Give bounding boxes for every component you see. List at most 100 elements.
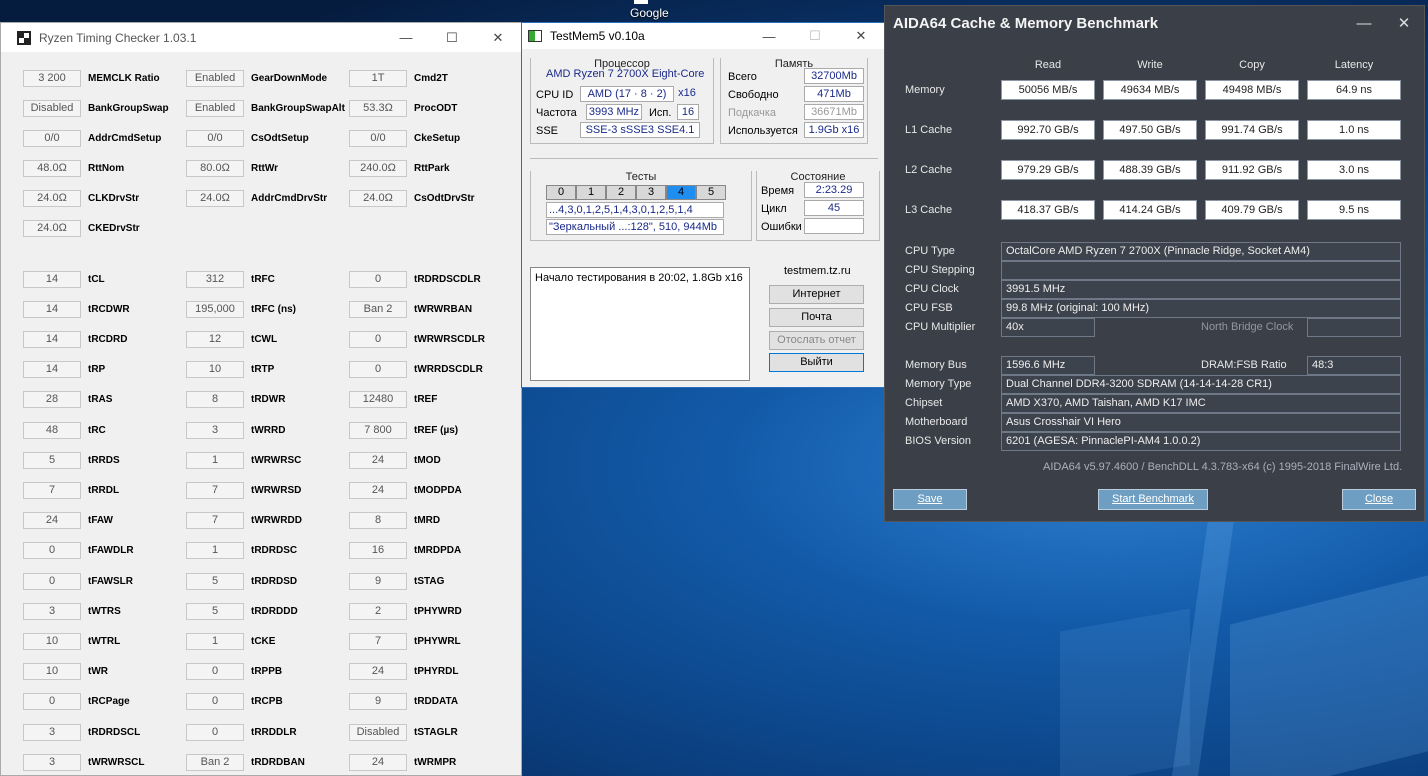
- rtc-titlebar[interactable]: Ryzen Timing Checker 1.03.1 — ☐ ✕: [1, 23, 521, 52]
- bench-l1-cache-write: 497.50 GB/s: [1103, 120, 1197, 140]
- timing-label-procodt: ProcODT: [414, 102, 458, 114]
- timing-value-trc: 48: [23, 421, 81, 439]
- bios-field: 6201 (AGESA: PinnaclePI-AM4 1.0.0.2): [1001, 432, 1401, 451]
- timing-label-trdrdsc: tRDRDSC: [251, 545, 298, 557]
- timing-label-trcdwr: tRCDWR: [88, 303, 130, 315]
- timing-cell: 3 tWTRS: [23, 602, 121, 620]
- sse-label: SSE: [536, 125, 559, 137]
- google-shortcut-icon[interactable]: [634, 0, 648, 4]
- timing-cell: 24 tMOD: [349, 451, 441, 469]
- timing-value-tmrdpda: 16: [349, 542, 407, 560]
- cpu-name: AMD Ryzen 7 2700X Eight-Core: [546, 68, 705, 80]
- free-value: 471Mb: [804, 86, 864, 102]
- timing-cell: Enabled BankGroupSwapAlt: [186, 99, 345, 117]
- motherboard-field: Asus Crosshair VI Hero: [1001, 413, 1401, 432]
- exit-button[interactable]: Выйти: [769, 353, 864, 372]
- testmem-app-icon: [528, 30, 542, 42]
- mail-button[interactable]: Почта: [769, 308, 864, 327]
- timing-value-twrwrscl: 3: [23, 753, 81, 771]
- testmem-window: TestMem5 v0.10a — ☐ ✕ Процессор AMD Ryze…: [521, 22, 885, 388]
- timing-label-tref: tREF: [414, 394, 438, 406]
- in-use-value: 1.9Gb x16: [804, 122, 864, 138]
- save-button[interactable]: Save: [893, 489, 967, 510]
- timing-value-twtrl: 10: [23, 632, 81, 650]
- timing-cell: 24.0Ω AddrCmdDrvStr: [186, 189, 327, 207]
- timing-label-tref-s: tREF (µs): [414, 424, 459, 436]
- bench-l1-cache-latency: 1.0 ns: [1307, 120, 1401, 140]
- memory-bus-field: 1596.6 MHz: [1001, 356, 1095, 375]
- timing-label-trc: tRC: [88, 424, 106, 436]
- site-link[interactable]: testmem.tz.ru: [784, 265, 851, 277]
- timing-value-tstag: 9: [349, 572, 407, 590]
- errors-label: Ошибки: [761, 221, 802, 233]
- dram-ratio-label: DRAM:FSB Ratio: [1201, 359, 1287, 371]
- timing-cell: 9 tRDDATA: [349, 693, 458, 711]
- timing-cell: 312 tRFC: [186, 270, 275, 288]
- timing-cell: 0/0 AddrCmdSetup: [23, 129, 161, 147]
- timing-label-trrds: tRRDS: [88, 454, 120, 466]
- start-benchmark-button[interactable]: Start Benchmark: [1098, 489, 1208, 510]
- close-icon[interactable]: ✕: [838, 22, 884, 51]
- column-header-write: Write: [1137, 59, 1163, 71]
- timing-label-tstaglr: tSTAGLR: [414, 726, 458, 738]
- timing-value-addrcmdsetup: 0/0: [23, 129, 81, 147]
- timing-cell: 1 tRDRDSC: [186, 542, 297, 560]
- timing-cell: 80.0Ω RttWr: [186, 159, 278, 177]
- wallpaper-beam: [1230, 575, 1428, 776]
- timing-value-twrwrban: Ban 2: [349, 300, 407, 318]
- timing-value-trcpb: 0: [186, 693, 244, 711]
- timing-label-trdrdscdlr: tRDRDSCDLR: [414, 273, 481, 285]
- minimize-icon[interactable]: —: [746, 22, 792, 51]
- testmem-title: TestMem5 v0.10a: [550, 29, 645, 43]
- test-1-box: 1: [576, 185, 606, 200]
- timing-cell: Ban 2 tRDRDBAN: [186, 753, 305, 771]
- timing-cell: 14 tRCDWR: [23, 300, 130, 318]
- timing-value-csodtdrvstr: 24.0Ω: [349, 189, 407, 207]
- internet-button[interactable]: Интернет: [769, 285, 864, 304]
- timing-value-rttwr: 80.0Ω: [186, 159, 244, 177]
- timing-label-tcwl: tCWL: [251, 333, 278, 345]
- maximize-icon[interactable]: ☐: [429, 23, 475, 52]
- timing-value-rttnom: 48.0Ω: [23, 159, 81, 177]
- timing-label-tmodpda: tMODPDA: [414, 484, 462, 496]
- timing-cell: 24 tPHYRDL: [349, 663, 458, 681]
- timing-value-trddata: 9: [349, 693, 407, 711]
- minimize-icon[interactable]: —: [383, 23, 429, 52]
- bench-row-label: L3 Cache: [905, 204, 953, 216]
- aida-title: AIDA64 Cache & Memory Benchmark: [893, 14, 1159, 32]
- timing-label-twrwrsc: tWRWRSC: [251, 454, 302, 466]
- cpu-type-field: OctalCore AMD Ryzen 7 2700X (Pinnacle Ri…: [1001, 242, 1401, 261]
- close-icon[interactable]: ✕: [475, 23, 521, 52]
- timing-label-twrwrscdlr: tWRWRSCDLR: [414, 333, 485, 345]
- test-4-box: 4: [666, 185, 696, 200]
- aida-footer: AIDA64 v5.97.4600 / BenchDLL 4.3.783-x64…: [1043, 461, 1403, 473]
- aida-titlebar[interactable]: AIDA64 Cache & Memory Benchmark — ✕: [885, 6, 1424, 40]
- timing-cell: 12480 tREF: [349, 391, 437, 409]
- timing-value-twrrd: 3: [186, 421, 244, 439]
- timing-label-twrwrban: tWRWRBAN: [414, 303, 473, 315]
- google-shortcut-label[interactable]: Google: [630, 6, 669, 20]
- minimize-icon[interactable]: —: [1344, 9, 1384, 38]
- timing-cell: 9 tSTAG: [349, 572, 444, 590]
- timing-label-rttpark: RttPark: [414, 162, 450, 174]
- column-header-read: Read: [1034, 59, 1062, 71]
- timing-cell: 24 tMODPDA: [349, 481, 462, 499]
- time-label: Время: [761, 185, 795, 197]
- timing-cell: 48.0Ω RttNom: [23, 159, 124, 177]
- bench-l1-cache-copy: 991.74 GB/s: [1205, 120, 1299, 140]
- testmem-titlebar[interactable]: TestMem5 v0.10a — ☐ ✕: [522, 23, 884, 49]
- timing-label-ckedrvstr: CKEDrvStr: [88, 222, 140, 234]
- timing-cell: 0 tWRRDSCDLR: [349, 361, 483, 379]
- timing-label-tcl: tCL: [88, 273, 105, 285]
- close-button[interactable]: Close: [1342, 489, 1416, 510]
- timing-cell: 16 tMRDPDA: [349, 542, 461, 560]
- cycle-value: 45: [804, 200, 864, 216]
- timing-value-trfc-ns: 195,000: [186, 300, 244, 318]
- send-report-button[interactable]: Отослать отчет: [769, 331, 864, 350]
- close-icon[interactable]: ✕: [1384, 9, 1424, 38]
- timing-cell: Enabled GearDownMode: [186, 69, 327, 87]
- timing-cell: Ban 2 tWRWRBAN: [349, 300, 472, 318]
- total-label: Всего: [728, 71, 757, 83]
- timing-value-geardownmode: Enabled: [186, 69, 244, 87]
- maximize-icon[interactable]: ☐: [792, 22, 838, 51]
